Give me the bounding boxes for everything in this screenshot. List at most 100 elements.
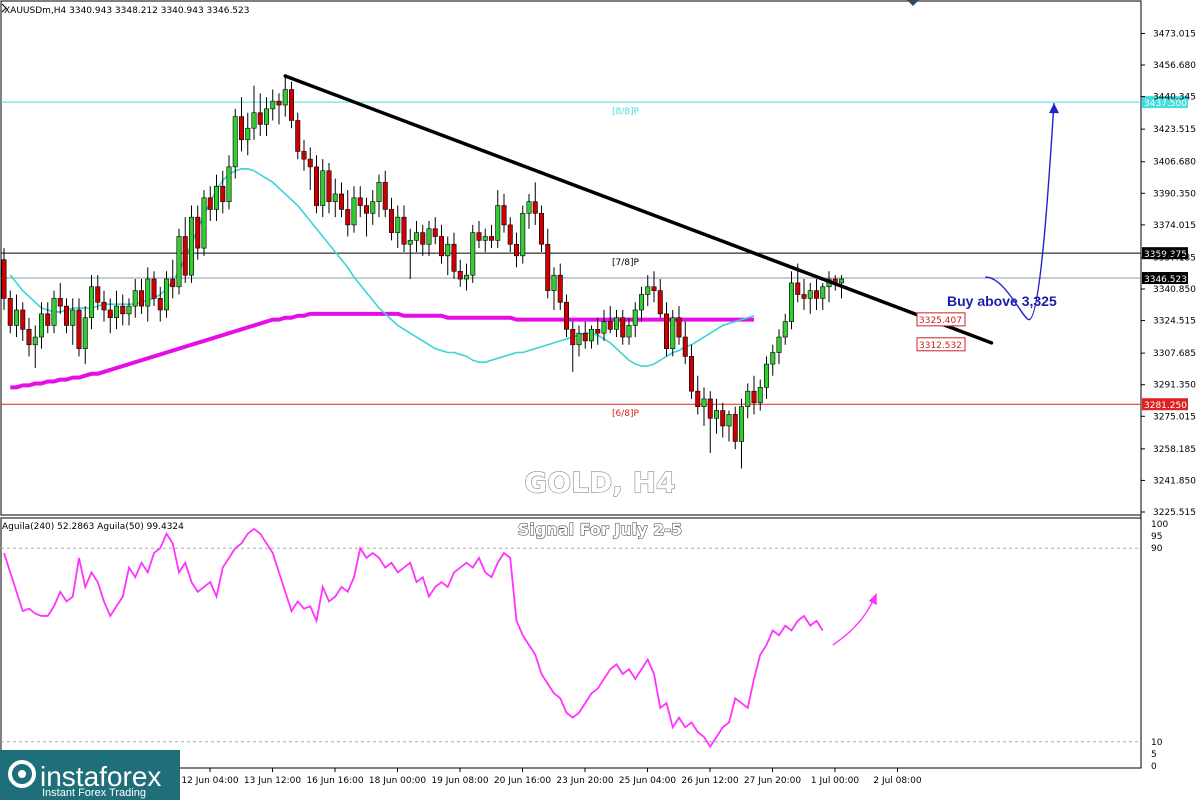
candle-bear xyxy=(607,321,613,330)
candle-bear xyxy=(64,305,70,326)
candle-bull xyxy=(426,228,432,245)
candle-bull xyxy=(70,309,76,326)
candle-bear xyxy=(195,216,201,249)
candle-bear xyxy=(1,259,7,299)
candle-bear xyxy=(732,414,738,442)
background xyxy=(0,0,1200,800)
logo-tagline: Instant Forex Trading xyxy=(42,787,146,799)
price-tick-label: 3374.015 xyxy=(1153,221,1196,231)
candle-bear xyxy=(357,197,363,206)
candle-bull xyxy=(838,278,844,284)
candle-bear xyxy=(157,298,163,311)
candle-bear xyxy=(170,278,176,288)
candle-bear xyxy=(720,410,726,427)
time-tick-label: 12 Jun 04:00 xyxy=(181,776,238,786)
candle-bear xyxy=(620,317,626,338)
candle-bear xyxy=(151,278,157,299)
candle-bear xyxy=(20,309,26,330)
candle-bull xyxy=(495,205,501,241)
candle-bull xyxy=(551,274,557,291)
price-tick-label: 3241.850 xyxy=(1153,476,1196,486)
candle-bull xyxy=(788,282,794,322)
candle-bull xyxy=(807,290,813,299)
candle-bull xyxy=(413,232,419,241)
candle-bear xyxy=(795,282,801,295)
time-tick-label: 20 Jun 16:00 xyxy=(494,776,551,786)
candle-bull xyxy=(526,201,532,214)
candle-bull xyxy=(770,352,776,365)
candle-bear xyxy=(595,329,601,334)
candle-bull xyxy=(320,170,326,206)
candle-bear xyxy=(139,290,145,307)
time-tick-label: 19 Jun 08:00 xyxy=(431,776,488,786)
current-price-label: 3346.523 xyxy=(1144,275,1187,285)
candle-bull xyxy=(482,236,488,241)
candle-bull xyxy=(189,216,195,276)
candle-bear xyxy=(345,209,351,226)
candle-bear xyxy=(57,298,63,307)
candle-bull xyxy=(370,201,376,214)
candle-bear xyxy=(7,298,13,326)
buy-annotation: Buy above 3,325 xyxy=(947,293,1057,309)
time-tick-label: 1 Jul 00:00 xyxy=(811,776,860,786)
candle-bear xyxy=(101,301,107,311)
candle-bull xyxy=(757,387,763,404)
candle-bear xyxy=(676,317,682,338)
time-tick-label: 27 Jun 20:00 xyxy=(744,776,801,786)
candle-bull xyxy=(282,89,288,106)
candle-bull xyxy=(176,236,182,288)
oscillator-tick-label: 90 xyxy=(1151,544,1163,554)
candle-bear xyxy=(76,309,82,349)
candle-bear xyxy=(276,100,282,106)
candle-bull xyxy=(145,278,151,307)
candle-bear xyxy=(295,120,301,152)
price-tick-label: 3423.515 xyxy=(1153,125,1196,135)
candle-bull xyxy=(745,390,751,407)
oscillator-tick-label: 100 xyxy=(1151,520,1168,530)
candle-bear xyxy=(338,193,344,210)
candle-bear xyxy=(451,243,457,272)
candle-bull xyxy=(32,336,38,346)
candle-bear xyxy=(257,112,263,125)
chart-canvas: XAUUSDm,H4 3340.943 3348.212 3340.943 33… xyxy=(0,0,1200,800)
candle-bull xyxy=(782,321,788,338)
level-price-label: 3281.250 xyxy=(1144,401,1187,411)
candle-bull xyxy=(38,313,44,338)
candle-bull xyxy=(776,336,782,353)
candle-bear xyxy=(663,313,669,349)
candle-bear xyxy=(688,356,694,392)
candle-bear xyxy=(288,89,294,121)
candle-bull xyxy=(588,329,594,342)
candle-bull xyxy=(463,274,469,280)
candle-bull xyxy=(613,317,619,330)
candle-bull xyxy=(407,240,413,245)
candle-bull xyxy=(632,309,638,326)
candle-bear xyxy=(95,286,101,303)
candle-bear xyxy=(657,290,663,315)
candle-bear xyxy=(107,309,113,319)
candle-bear xyxy=(538,212,544,245)
candle-bear xyxy=(707,398,713,419)
price-tick-label: 3340.850 xyxy=(1153,285,1196,295)
candle-bear xyxy=(401,216,407,245)
symbol-info: XAUUSDm,H4 3340.943 3348.212 3340.943 33… xyxy=(4,6,249,16)
candle-bear xyxy=(326,170,332,202)
price-tick-label: 3258.185 xyxy=(1153,445,1196,455)
candle-bull xyxy=(576,332,582,346)
time-tick-label: 26 Jun 12:00 xyxy=(681,776,738,786)
murrey-level-label: [8/8]P xyxy=(612,107,640,117)
candle-bear xyxy=(239,116,245,141)
candle-bear xyxy=(507,224,513,245)
candle-bear xyxy=(532,201,538,214)
candle-bull xyxy=(601,321,607,334)
candle-bear xyxy=(695,390,701,407)
price-tick-label: 3473.015 xyxy=(1153,29,1196,39)
candle-bull xyxy=(132,290,138,307)
candle-bull xyxy=(738,406,744,442)
candle-bear xyxy=(476,232,482,241)
candle-bull xyxy=(51,298,57,326)
candle-bull xyxy=(701,398,707,407)
time-tick-label: 13 Jun 12:00 xyxy=(244,776,301,786)
candle-bear xyxy=(570,329,576,346)
price-tick-label: 3406.680 xyxy=(1153,158,1196,168)
